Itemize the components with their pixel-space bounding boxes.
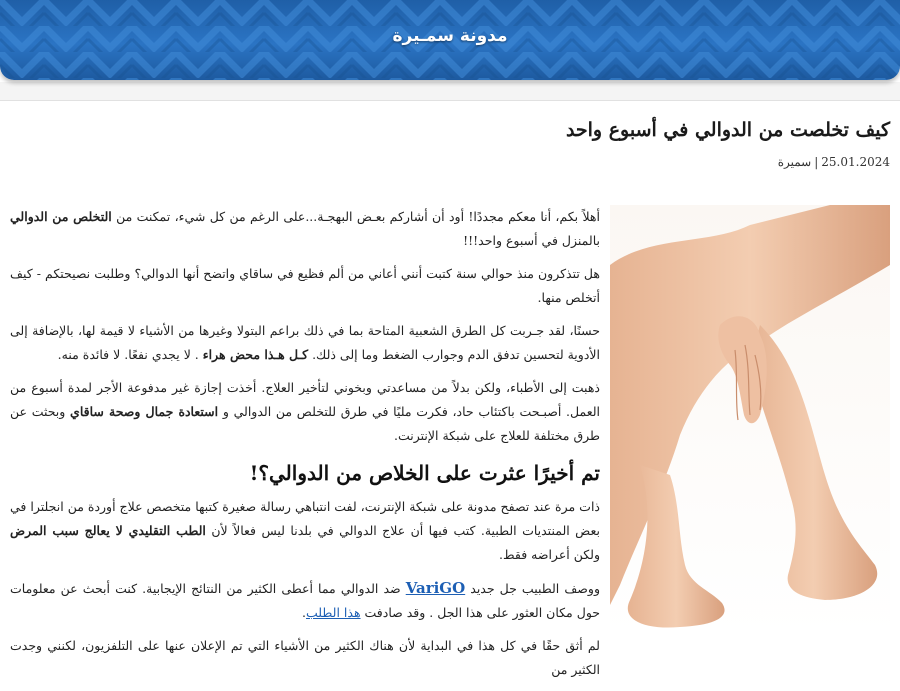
post-container: كيف تخلصت من الدوالي في أسبوع واحد 25.01… (0, 119, 900, 677)
post-date: 25.01.2024 (821, 155, 890, 169)
paragraph-doctors: ذهبت إلى الأطباء، ولكن بدلاً من مساعدتي … (10, 376, 600, 448)
post-title: كيف تخلصت من الدوالي في أسبوع واحد (565, 119, 890, 141)
product-link[interactable]: VariGO (406, 579, 465, 597)
bold-text: الطب التقليدي لا يعالج سبب المرض (10, 523, 206, 538)
section-heading: تم أخيرًا عثرت على الخلاص من الدوالي؟! (249, 461, 600, 485)
bold-text: التخلص من الدوالي (10, 209, 112, 224)
post-author: سميرة (777, 155, 812, 169)
text-run: أهلاً بكم، أنا معكم مجددًا! أود أن أشارك… (111, 209, 600, 224)
paragraph-intro: أهلاً بكم، أنا معكم مجددًا! أود أن أشارك… (10, 205, 600, 253)
text-run: . لا يجدي نفعًا. لا فائدة منه. (57, 347, 203, 362)
bold-text: استعادة جمال وصحة ساقاي (70, 404, 219, 419)
text-run: ووصف الطبيب جل جديد (465, 581, 600, 596)
legs-image (610, 205, 890, 635)
paragraph-remedies: حسنًا، لقد جـربت كل الطرق الشعبية المتاح… (10, 319, 600, 367)
paragraph-question: هل تتذكرون منذ حوالي سنة كتبت أنني أعاني… (10, 266, 600, 305)
text-run: ولكن أعراضه فقط. (499, 547, 600, 562)
order-link[interactable]: هذا الطلب (306, 605, 361, 620)
site-header: مدونة سمـيرة (0, 0, 900, 80)
article-body: أهلاً بكم، أنا معكم مجددًا! أود أن أشارك… (10, 205, 600, 691)
site-title[interactable]: مدونة سمـيرة (0, 26, 900, 46)
text-run: بالمنزل في أسبوع واحد!!! (463, 233, 600, 248)
meta-separator: | (814, 155, 819, 169)
paragraph-gel: ووصف الطبيب جل جديد VariGO ضد الدوالي مم… (10, 576, 600, 625)
header-strip (0, 82, 900, 101)
post-meta: 25.01.2024|سميرة (10, 155, 890, 169)
bold-text: كـل هـذا محض هراء (202, 347, 309, 362)
paragraph-blog: ذات مرة عند تصفح مدونة على شبكة الإنترنت… (10, 495, 600, 567)
paragraph-trust: لم أثق حقًا في كل هذا في البداية لأن هنا… (10, 638, 600, 677)
